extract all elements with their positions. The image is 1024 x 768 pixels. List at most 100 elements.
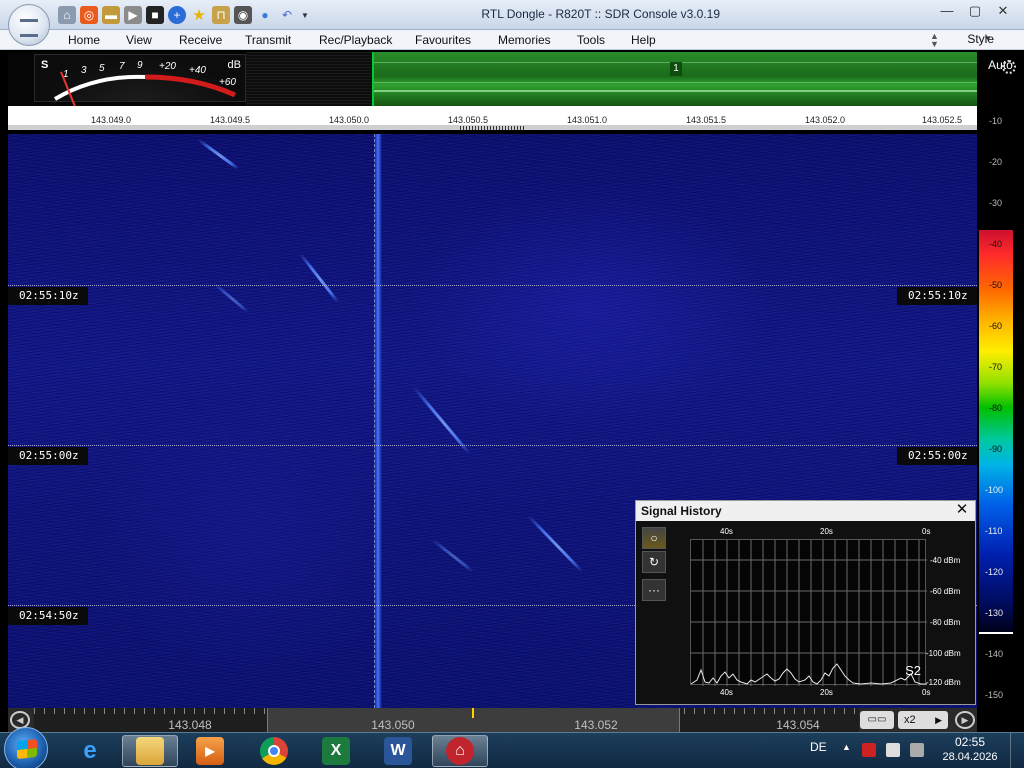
menu-tools[interactable]: Tools <box>577 33 605 47</box>
band-label: 143.052 <box>574 718 618 732</box>
auto-level-button[interactable]: Auto <box>977 58 1024 72</box>
signal-history-graph <box>690 540 927 686</box>
style-spinner-icon[interactable]: ▲ ▼ <box>930 32 942 49</box>
excel-icon: X <box>322 737 350 765</box>
show-desktop-button[interactable] <box>1010 733 1024 768</box>
taskbar-app[interactable]: ⌂ <box>432 735 488 767</box>
taskbar-app[interactable]: X <box>308 735 364 767</box>
zoom-selector[interactable]: x2 ▶ <box>898 711 948 729</box>
freq-label: 143.051.5 <box>685 115 727 125</box>
explorer-icon <box>136 737 164 765</box>
taskbar-app[interactable]: W <box>370 735 426 767</box>
overview-marker[interactable]: 1 <box>670 62 682 76</box>
menu-bar: Home View Receive Transmit Rec/Playback … <box>0 30 1024 50</box>
action-center-icon[interactable] <box>910 743 924 757</box>
start-button[interactable] <box>4 727 48 768</box>
band-label: 143.048 <box>168 718 212 732</box>
window-controls: — ▢ ✕ <box>934 2 1016 20</box>
time-axis-label: 0s <box>922 527 931 536</box>
menu-transmit[interactable]: Transmit <box>245 33 291 47</box>
scroll-right-button[interactable]: ▶ <box>955 711 975 729</box>
colorbar-tick: -70 <box>989 362 1003 372</box>
maximize-button[interactable]: ▢ <box>962 2 988 20</box>
menu-view[interactable]: View <box>126 33 152 47</box>
scale-tick: -150 <box>985 690 1004 700</box>
band-scale-bar: ◀ 143.048 143.050 143.052 143.054 ▭▭ x2 … <box>8 708 977 732</box>
taskbar-app[interactable] <box>246 735 302 767</box>
s-meter-tick: +60 <box>219 77 236 88</box>
app-window: ⌂ ◎ ▬ ▶ ■ + ★ ⊓ ◉ ● ↶ ▼ RTL Dongle - R82… <box>0 0 1024 768</box>
menu-receive[interactable]: Receive <box>179 33 222 47</box>
gear-icon[interactable] <box>1002 60 1016 74</box>
tray-expand-icon[interactable]: ▲ <box>842 742 851 752</box>
security-tray-icon[interactable] <box>862 743 876 757</box>
colorbar-tick: -40 <box>989 239 1003 249</box>
freq-label: 143.049.0 <box>90 115 132 125</box>
clock-date[interactable]: 28.04.2026 <box>940 751 1000 763</box>
time-axis-label: 20s <box>820 527 833 536</box>
minimize-button[interactable]: — <box>934 2 960 20</box>
frequency-scale[interactable]: 143.049.0 143.049.5 143.050.0 143.050.5 … <box>8 106 977 130</box>
media-player-icon: ▶ <box>196 737 224 765</box>
time-gridline <box>8 445 977 446</box>
keyboard-icon[interactable]: ▭▭ <box>860 711 894 729</box>
menu-memories[interactable]: Memories <box>498 33 551 47</box>
band-label: 143.050 <box>371 718 415 732</box>
title-bar: ⌂ ◎ ▬ ▶ ■ + ★ ⊓ ◉ ● ↶ ▼ RTL Dongle - R82… <box>0 0 1024 30</box>
dbm-axis-label: -100 dBm <box>926 649 961 658</box>
band-scale-track[interactable]: 143.048 143.050 143.052 143.054 <box>34 708 859 732</box>
meteor-streak <box>213 282 249 313</box>
signal-history-close-button[interactable]: ✕ <box>954 502 970 518</box>
splitter-handle[interactable] <box>460 126 524 130</box>
more-options-button[interactable]: ··· <box>642 579 666 601</box>
time-axis-label: 0s <box>922 688 931 697</box>
time-label-left: 02:54:50z <box>8 607 88 625</box>
colorbar-tick: -90 <box>989 444 1003 454</box>
s-meter-tick: 5 <box>99 63 105 74</box>
s-meter-tick: +40 <box>189 65 206 76</box>
meteor-streak <box>197 138 240 171</box>
taskbar-app[interactable] <box>122 735 178 767</box>
meteor-streak <box>431 538 474 573</box>
taskbar-app[interactable]: e <box>62 735 118 767</box>
tuned-frequency-marker <box>472 708 474 718</box>
style-dropdown-icon[interactable]: ▼ <box>984 34 992 43</box>
freq-label: 143.052.5 <box>921 115 963 125</box>
taskbar-app[interactable]: ▶ <box>182 735 238 767</box>
scale-tick: -140 <box>985 649 1004 659</box>
network-tray-icon[interactable] <box>886 743 900 757</box>
overview-spectrum[interactable]: 1 <box>372 52 977 106</box>
dbm-axis-label: -80 dBm <box>930 618 961 627</box>
menu-home[interactable]: Home <box>68 33 100 47</box>
time-axis-label: 40s <box>720 527 733 536</box>
freq-label: 143.051.0 <box>566 115 608 125</box>
menu-favourites[interactable]: Favourites <box>415 33 471 47</box>
band-label: 143.054 <box>776 718 820 732</box>
clock-time[interactable]: 02:55 <box>940 735 1000 749</box>
menu-rec-playback[interactable]: Rec/Playback <box>319 33 392 47</box>
colorbar-tick: -50 <box>989 280 1003 290</box>
sdr-console-icon: ⌂ <box>446 737 474 765</box>
record-toggle-button[interactable]: ○ <box>642 527 666 549</box>
colorbar-tick: -120 <box>985 567 1004 577</box>
overview-spectrum-left <box>246 52 372 106</box>
signal-history-title: Signal History <box>636 501 975 521</box>
time-label-right: 02:55:10z <box>897 287 977 305</box>
s-meter-tick: 9 <box>137 60 143 71</box>
colorbar-tick: -80 <box>989 403 1003 413</box>
window-title: RTL Dongle - R820T :: SDR Console v3.0.1… <box>481 7 720 21</box>
carrier-signal-trace <box>374 134 382 708</box>
close-button[interactable]: ✕ <box>990 2 1016 20</box>
language-indicator[interactable]: DE <box>810 740 827 754</box>
windows-logo-icon <box>17 738 37 760</box>
reset-button[interactable]: ↻ <box>642 551 666 573</box>
chrome-icon <box>260 737 288 765</box>
time-label-left: 02:55:10z <box>8 287 88 305</box>
dbm-axis-label: -120 dBm <box>926 678 961 687</box>
colorbar-floor-marker[interactable] <box>979 632 1013 634</box>
menu-help[interactable]: Help <box>631 33 656 47</box>
meteor-streak <box>526 514 584 573</box>
level-scale: Auto -10 -20 -30 -40 -50 -60 -70 -80 -90… <box>977 52 1024 732</box>
scale-tick: -20 <box>989 157 1003 167</box>
application-menu-button[interactable] <box>8 4 50 46</box>
